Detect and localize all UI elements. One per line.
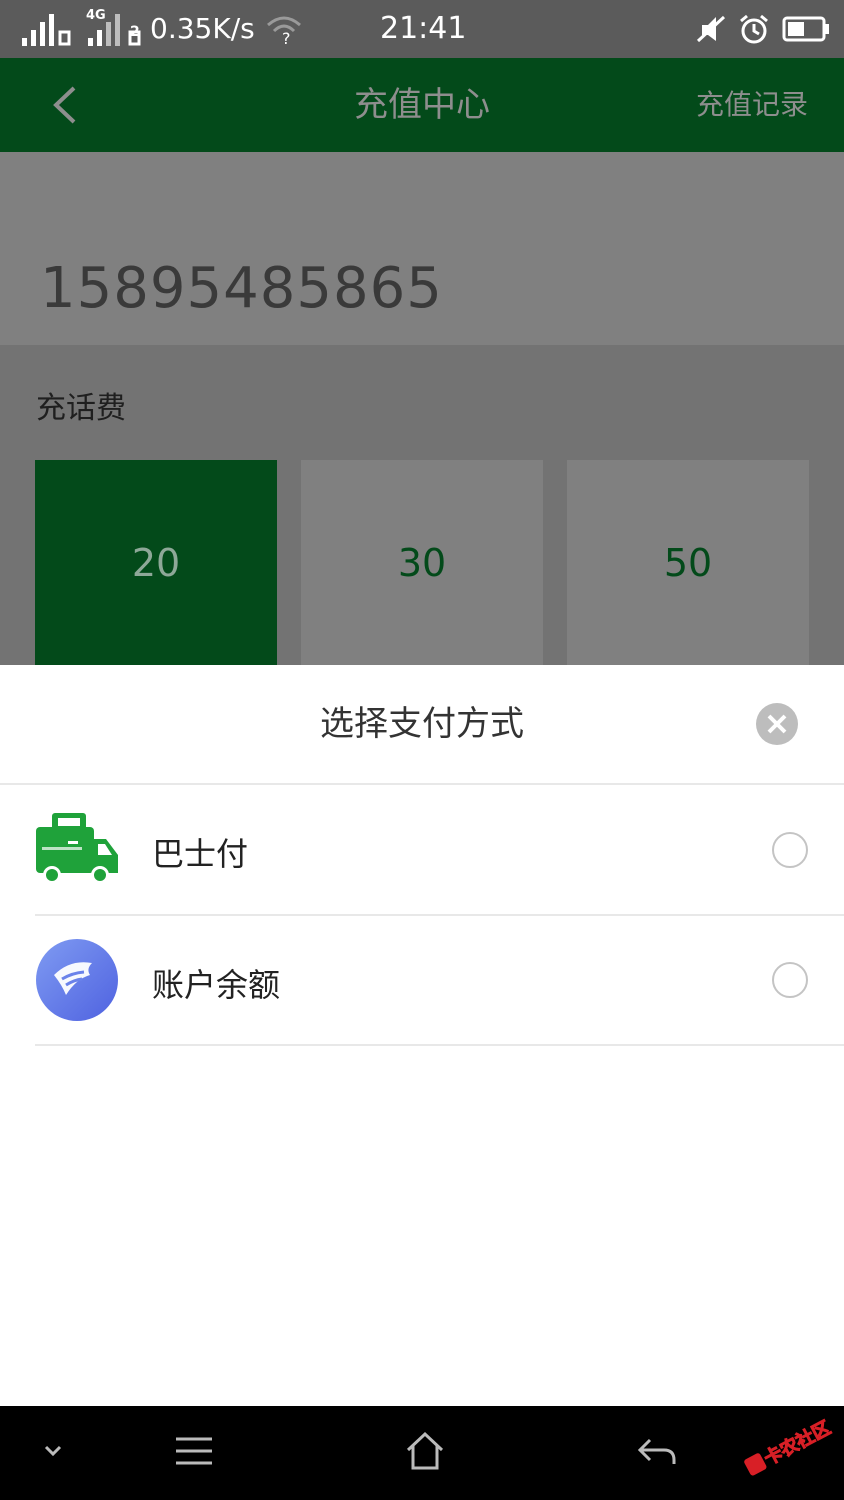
app-bar: 充值中心 充值记录 — [0, 58, 844, 152]
account-section: 15895485865 — [0, 152, 844, 345]
collapse-down-icon[interactable] — [42, 1444, 64, 1458]
phone-number: 15895485865 — [40, 256, 443, 321]
payment-sheet: 选择支付方式 巴士付 账户余额 — [0, 665, 844, 1406]
chevron-left-icon[interactable] — [46, 84, 86, 126]
back-arrow-icon[interactable] — [636, 1436, 678, 1468]
battery-icon — [782, 16, 829, 42]
payment-option-label: 巴士付 — [152, 835, 249, 873]
radio-balance[interactable] — [772, 962, 808, 998]
wifi-icon: ? — [267, 16, 301, 45]
bus-icon — [36, 813, 118, 884]
signal-icon — [22, 14, 141, 46]
system-nav-bar: 卡农社区 — [0, 1406, 844, 1500]
radio-buspay[interactable] — [772, 832, 808, 868]
payment-option-buspay[interactable]: 巴士付 — [0, 785, 844, 915]
sim2-label: 2 — [130, 24, 140, 40]
sheet-title: 选择支付方式 — [320, 704, 524, 744]
charge-section: 充话费 20 30 50 — [0, 345, 844, 665]
status-bar: 4G 2 0.35K/s ? 21:41 — [0, 0, 844, 58]
amount-option-30[interactable]: 30 — [301, 460, 543, 665]
amount-option-20[interactable]: 20 — [35, 460, 277, 665]
alarm-icon — [740, 14, 768, 44]
network-speed: 0.35K/s — [150, 12, 255, 45]
charge-label: 充话费 — [36, 391, 126, 426]
menu-icon[interactable] — [174, 1434, 214, 1468]
home-icon[interactable] — [404, 1430, 446, 1472]
payment-option-label: 账户余额 — [152, 966, 281, 1004]
mute-icon — [696, 15, 726, 43]
payment-option-balance[interactable]: 账户余额 — [0, 916, 844, 1046]
status-time: 21:41 — [380, 11, 467, 46]
watermark-text: 卡农社区 — [760, 1417, 835, 1470]
close-icon[interactable] — [756, 703, 798, 745]
wallet-icon — [36, 939, 118, 1021]
recharge-record-link[interactable]: 充值记录 — [696, 58, 808, 152]
amount-option-50[interactable]: 50 — [567, 460, 809, 665]
svg-text:?: ? — [282, 29, 291, 45]
network-type-label: 4G — [86, 8, 106, 23]
row-divider — [35, 1044, 844, 1046]
watermark: 卡农社区 — [741, 1414, 835, 1480]
